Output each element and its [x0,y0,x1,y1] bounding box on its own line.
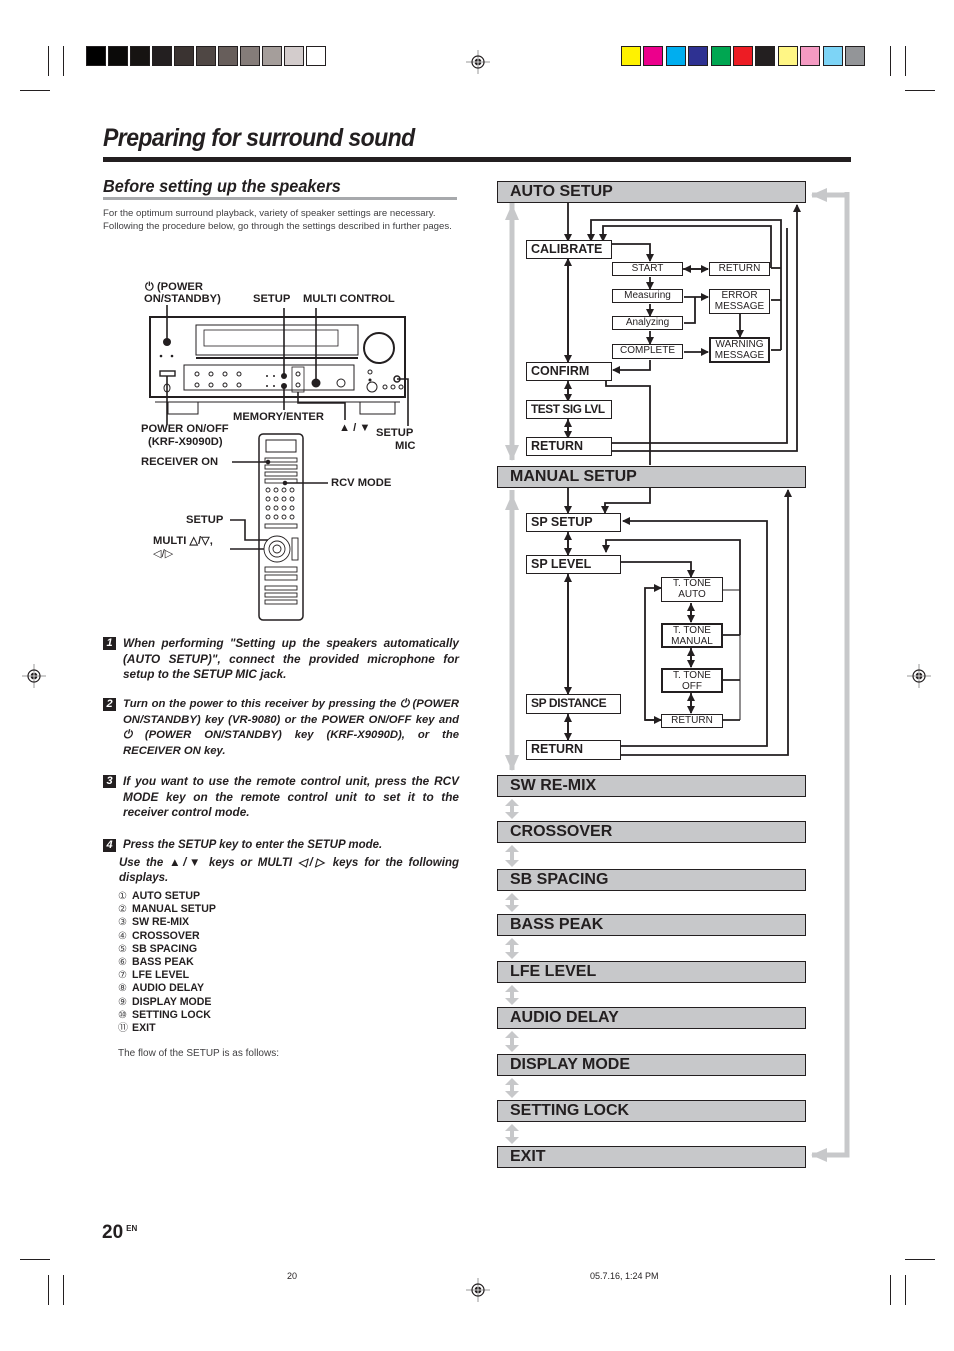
flow-main-exit: EXIT [497,1146,806,1168]
gray-arrowhead [505,1031,519,1038]
flow-return-small: RETURN [709,262,770,276]
flow-ttone-off: T. TONE OFF [661,668,723,693]
page-number: 20 EN [102,1222,137,1244]
flow-sp-level: SP LEVEL [526,555,621,574]
flow-ttone-return: RETURN [661,714,723,728]
gray-arrowhead [505,998,519,1005]
language-code: EN [126,1224,138,1233]
flow-confirm: CONFIRM [526,362,612,381]
slug-page: 20 [287,1271,298,1281]
flow-main-auto-setup: AUTO SETUP [497,181,806,203]
flow-warning-line1: WARNING [715,339,764,350]
flow-analyzing: Analyzing [612,316,683,330]
flow-ttone-off-line2: OFF [682,681,702,692]
page-number-value: 20 [102,1222,124,1243]
flow-auto-return: RETURN [526,437,612,456]
flow-main-bass-peak: BASS PEAK [497,914,806,936]
gray-arrowhead [505,938,519,945]
gray-arrowhead [505,893,519,900]
flow-test-sig-lvl: TEST SIG LVL [526,400,612,419]
flow-warning-message: WARNING MESSAGE [709,337,770,363]
flow-ttone-auto: T. TONE AUTO [661,577,723,602]
flow-ttone-off-line1: T. TONE [673,670,711,681]
gray-arrowhead [505,985,519,992]
flow-ttone-manual-line2: MANUAL [671,636,713,647]
flow-calibrate: CALIBRATE [526,240,612,259]
flow-measuring: Measuring [612,289,683,303]
flow-sp-distance: SP DISTANCE [526,694,621,714]
gray-arrowhead [505,812,519,819]
gray-arrowhead [505,799,519,806]
flow-error-line1: ERROR [721,290,758,301]
flow-main-audio-delay: AUDIO DELAY [497,1007,806,1029]
gray-arrowhead [505,1078,519,1085]
flow-manual-return: RETURN [526,740,621,760]
gray-arrowhead [505,905,519,912]
flow-main-sw-re-mix: SW RE-MIX [497,775,806,797]
gray-arrowhead [505,1124,519,1131]
flow-error-line2: MESSAGE [714,301,765,312]
slug-date: 05.7.16, 1:24 PM [590,1271,659,1281]
flow-error-message: ERROR MESSAGE [709,289,770,314]
flow-warning-line2: MESSAGE [714,350,765,361]
flow-main-setting-lock: SETTING LOCK [497,1100,806,1122]
flow-start: START [612,262,683,276]
flow-ttone-auto-line1: T. TONE [673,578,711,589]
gray-arrowhead [505,845,519,852]
flow-ttone-auto-line2: AUTO [678,589,706,600]
setup-flow-connectors [505,188,850,1162]
gray-arrowhead [505,1137,519,1144]
flow-main-lfe-level: LFE LEVEL [497,961,806,983]
flow-main-manual-setup: MANUAL SETUP [497,466,806,488]
gray-arrowhead [505,952,519,959]
gray-arrowhead [505,860,519,867]
gray-arrowhead [505,1091,519,1098]
flow-main-crossover: CROSSOVER [497,821,806,843]
flow-ttone-manual: T. TONE MANUAL [661,623,723,648]
flow-main-sb-spacing: SB SPACING [497,869,806,891]
gray-arrowhead [505,1045,519,1052]
flow-sp-setup: SP SETUP [526,513,621,532]
flow-complete: COMPLETE [612,344,683,359]
flow-main-display-mode: DISPLAY MODE [497,1054,806,1076]
flow-ttone-manual-line1: T. TONE [673,625,711,636]
